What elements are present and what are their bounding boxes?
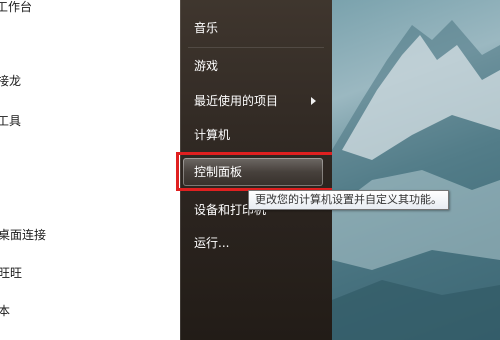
mountain-wallpaper-image [332,20,500,340]
menu-item-music[interactable]: 音乐 [194,20,328,36]
menu-item-run[interactable]: 运行... [194,235,328,251]
left-item-wangwang[interactable]: 旺旺 [0,264,22,281]
left-item-workbench[interactable]: 工作台 [0,0,32,15]
chevron-right-icon [311,97,316,105]
menu-item-games[interactable]: 游戏 [194,58,328,74]
menu-item-recent-items[interactable]: 最近使用的项目 [194,93,328,109]
menu-separator [188,47,324,48]
menu-item-computer[interactable]: 计算机 [194,127,328,143]
annotation-red-box [176,152,345,191]
left-item-solitaire[interactable]: 接龙 [0,72,21,89]
left-item-notepad[interactable]: 本 [0,302,10,319]
start-menu-left-panel [0,0,180,340]
left-item-remote-desktop[interactable]: 桌面连接 [0,226,46,243]
left-item-tools[interactable]: 工具 [0,112,21,129]
tooltip: 更改您的计算机设置并自定义其功能。 [248,190,449,210]
